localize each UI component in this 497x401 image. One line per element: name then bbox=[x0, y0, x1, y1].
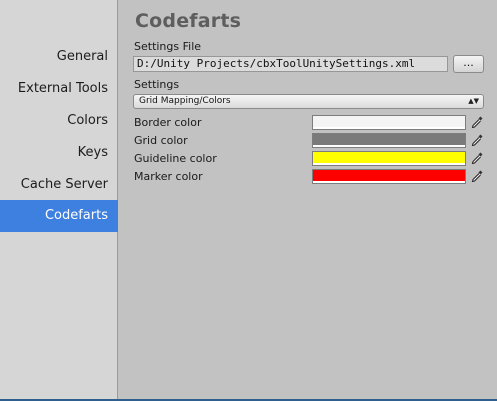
preferences-content: Codefarts Settings File D:/Unity Project… bbox=[119, 0, 497, 401]
alpha-bar bbox=[313, 163, 465, 165]
eyedropper-icon[interactable] bbox=[470, 169, 484, 184]
settings-label: Settings bbox=[134, 78, 180, 91]
settings-dropdown-value: Grid Mapping/Colors bbox=[139, 96, 231, 106]
settings-file-path-field[interactable]: D:/Unity Projects/cbxToolUnitySettings.x… bbox=[133, 56, 448, 72]
alpha-bar bbox=[313, 127, 465, 129]
browse-button[interactable]: ... bbox=[453, 55, 484, 73]
sidebar-item-general[interactable]: General bbox=[0, 41, 118, 73]
color-row-grid: Grid color bbox=[134, 133, 484, 149]
marker-color-swatch[interactable] bbox=[312, 169, 466, 184]
page-title: Codefarts bbox=[135, 10, 242, 32]
dropdown-arrows-icon: ▲▼ bbox=[468, 97, 479, 105]
guideline-color-label: Guideline color bbox=[134, 152, 217, 165]
settings-dropdown[interactable]: Grid Mapping/Colors ▲▼ bbox=[133, 94, 484, 109]
alpha-bar bbox=[313, 145, 465, 147]
color-row-marker: Marker color bbox=[134, 169, 484, 185]
grid-color-label: Grid color bbox=[134, 134, 188, 147]
border-color-swatch[interactable] bbox=[312, 115, 466, 130]
eyedropper-icon[interactable] bbox=[470, 151, 484, 166]
guideline-color-swatch[interactable] bbox=[312, 151, 466, 166]
sidebar-item-cache-server[interactable]: Cache Server bbox=[0, 169, 118, 201]
color-row-guideline: Guideline color bbox=[134, 151, 484, 167]
eyedropper-icon[interactable] bbox=[470, 133, 484, 148]
sidebar-item-colors[interactable]: Colors bbox=[0, 105, 118, 137]
sidebar-item-keys[interactable]: Keys bbox=[0, 137, 118, 169]
color-row-border: Border color bbox=[134, 115, 484, 131]
settings-file-label: Settings File bbox=[134, 40, 202, 53]
eyedropper-icon[interactable] bbox=[470, 115, 484, 130]
preferences-sidebar: General External Tools Colors Keys Cache… bbox=[0, 0, 118, 401]
marker-color-label: Marker color bbox=[134, 170, 203, 183]
sidebar-item-external-tools[interactable]: External Tools bbox=[0, 73, 118, 105]
alpha-bar bbox=[313, 181, 465, 183]
border-color-label: Border color bbox=[134, 116, 202, 129]
grid-color-swatch[interactable] bbox=[312, 133, 466, 148]
sidebar-item-codefarts[interactable]: Codefarts bbox=[0, 200, 118, 232]
